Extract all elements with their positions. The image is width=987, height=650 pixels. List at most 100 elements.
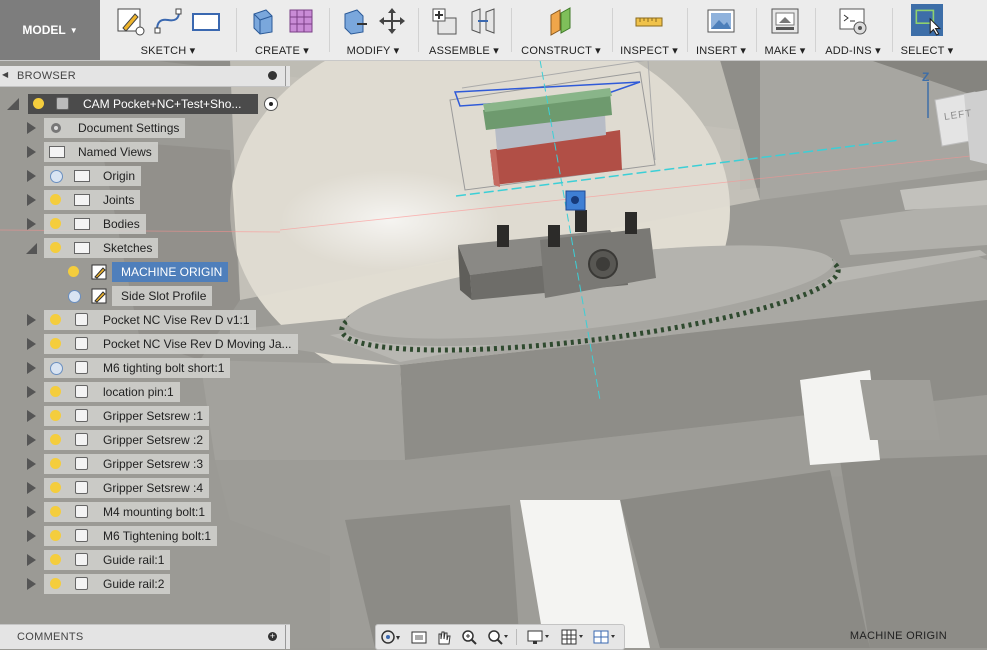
expand-right-icon[interactable]: [27, 338, 36, 350]
create-sketch-icon[interactable]: [115, 6, 145, 36]
visibility-bulb-icon[interactable]: [68, 266, 79, 277]
grid-icon[interactable]: [560, 628, 586, 646]
joint-icon[interactable]: [468, 6, 498, 36]
tree-item-component[interactable]: Guide rail:1: [0, 550, 290, 570]
expand-right-icon[interactable]: [27, 434, 36, 446]
visibility-bulb-icon[interactable]: [50, 338, 61, 349]
visibility-bulb-icon[interactable]: [50, 218, 61, 229]
tree-item-component[interactable]: M6 tighting bolt short:1: [0, 358, 290, 378]
zoom-window-icon[interactable]: [460, 628, 478, 646]
visibility-bulb-icon[interactable]: [50, 578, 61, 589]
insert-image-icon[interactable]: [706, 6, 736, 36]
tree-item-component[interactable]: Gripper Setsrew :3: [0, 454, 290, 474]
expand-right-icon[interactable]: [27, 386, 36, 398]
expand-down-icon[interactable]: [26, 243, 37, 254]
new-component-icon[interactable]: [430, 6, 460, 36]
tree-item-label: Gripper Setsrew :1: [44, 406, 210, 426]
visibility-bulb-icon[interactable]: [50, 506, 61, 517]
tree-item-component[interactable]: Gripper Setsrew :2: [0, 430, 290, 450]
tree-root[interactable]: CAM Pocket+NC+Test+Sho...: [0, 94, 290, 114]
create-group[interactable]: CREATE ▾: [238, 0, 326, 60]
collapse-left-icon[interactable]: ◀: [2, 70, 8, 79]
pan-icon[interactable]: [434, 628, 452, 646]
fit-icon[interactable]: [486, 628, 510, 646]
extrude-icon[interactable]: [248, 6, 278, 36]
tree-item-document-settings[interactable]: Document Settings: [0, 118, 290, 138]
expand-right-icon[interactable]: [27, 482, 36, 494]
tree-item-side-slot-profile[interactable]: Side Slot Profile: [0, 286, 290, 306]
visibility-bulb-icon[interactable]: [68, 290, 81, 303]
visibility-bulb-icon[interactable]: [50, 386, 61, 397]
press-pull-icon[interactable]: [339, 6, 369, 36]
visibility-bulb-icon[interactable]: [50, 170, 63, 183]
assemble-group[interactable]: ASSEMBLE ▾: [420, 0, 508, 60]
expand-down-icon[interactable]: [7, 98, 19, 110]
expand-right-icon[interactable]: [27, 314, 36, 326]
tree-item-component[interactable]: location pin:1: [0, 382, 290, 402]
visibility-bulb-icon[interactable]: [50, 362, 63, 375]
tree-item-component[interactable]: M4 mounting bolt:1: [0, 502, 290, 522]
line-icon[interactable]: [153, 6, 183, 36]
tree-item-component[interactable]: Pocket NC Vise Rev D Moving Ja...: [0, 334, 298, 354]
workspace-switcher[interactable]: MODEL ▼: [0, 0, 100, 60]
construct-group[interactable]: CONSTRUCT ▾: [513, 0, 609, 60]
comments-panel-header[interactable]: COMMENTS +: [0, 624, 290, 649]
select-group[interactable]: SELECT ▾: [894, 0, 960, 60]
tree-item-component[interactable]: Gripper Setsrew :1: [0, 406, 290, 426]
display-settings-icon[interactable]: [526, 628, 552, 646]
tree-item-component[interactable]: M6 Tightening bolt:1: [0, 526, 290, 546]
expand-right-icon[interactable]: [27, 122, 36, 134]
visibility-bulb-icon[interactable]: [50, 482, 61, 493]
expand-right-icon[interactable]: [27, 578, 36, 590]
3d-print-icon[interactable]: [770, 6, 800, 36]
tree-item-machine-origin[interactable]: MACHINE ORIGIN: [0, 262, 290, 282]
browser-panel-header[interactable]: ◀ BROWSER: [0, 66, 290, 87]
measure-icon[interactable]: [634, 6, 664, 36]
add-ins-group[interactable]: ADD-INS ▾: [817, 0, 889, 60]
visibility-bulb-icon[interactable]: [50, 458, 61, 469]
viewports-icon[interactable]: [592, 628, 618, 646]
tree-item-bodies[interactable]: Bodies: [0, 214, 290, 234]
scripts-icon[interactable]: [838, 6, 868, 36]
tree-item-origin[interactable]: Origin: [0, 166, 290, 186]
modify-group[interactable]: MODIFY ▾: [331, 0, 415, 60]
sketch-group[interactable]: SKETCH ▾: [103, 0, 233, 60]
move-icon[interactable]: [377, 6, 407, 36]
expand-right-icon[interactable]: [27, 410, 36, 422]
component-icon: [75, 313, 88, 326]
visibility-bulb-icon[interactable]: [50, 242, 61, 253]
expand-right-icon[interactable]: [27, 554, 36, 566]
visibility-bulb-icon[interactable]: [50, 194, 61, 205]
browser-minimize-icon[interactable]: [268, 71, 277, 80]
tree-item-component[interactable]: Gripper Setsrew :4: [0, 478, 290, 498]
visibility-bulb-icon[interactable]: [50, 410, 61, 421]
make-group[interactable]: MAKE ▾: [758, 0, 812, 60]
visibility-bulb-icon[interactable]: [50, 314, 61, 325]
select-icon[interactable]: [908, 4, 946, 36]
add-comment-icon[interactable]: +: [268, 632, 277, 641]
expand-right-icon[interactable]: [27, 362, 36, 374]
insert-group[interactable]: INSERT ▾: [689, 0, 753, 60]
expand-right-icon[interactable]: [27, 506, 36, 518]
look-at-icon[interactable]: [410, 628, 428, 646]
expand-right-icon[interactable]: [27, 170, 36, 182]
tree-item-named-views[interactable]: Named Views: [0, 142, 290, 162]
expand-right-icon[interactable]: [27, 218, 36, 230]
tree-item-component[interactable]: Pocket NC Vise Rev D v1:1: [0, 310, 290, 330]
tree-item-joints[interactable]: Joints: [0, 190, 290, 210]
expand-right-icon[interactable]: [27, 458, 36, 470]
visibility-bulb-icon[interactable]: [50, 530, 61, 541]
visibility-bulb-icon[interactable]: [50, 434, 61, 445]
tree-item-sketches[interactable]: Sketches: [0, 238, 290, 258]
expand-right-icon[interactable]: [27, 146, 36, 158]
tree-item-component[interactable]: Guide rail:2: [0, 574, 290, 594]
rectangle-icon[interactable]: [191, 6, 221, 36]
expand-right-icon[interactable]: [27, 194, 36, 206]
visibility-bulb-icon[interactable]: [33, 98, 44, 109]
orbit-icon[interactable]: [379, 628, 401, 646]
visibility-bulb-icon[interactable]: [50, 554, 61, 565]
inspect-group[interactable]: INSPECT ▾: [614, 0, 684, 60]
offset-plane-icon[interactable]: [546, 6, 576, 36]
expand-right-icon[interactable]: [27, 530, 36, 542]
pattern-icon[interactable]: [286, 6, 316, 36]
